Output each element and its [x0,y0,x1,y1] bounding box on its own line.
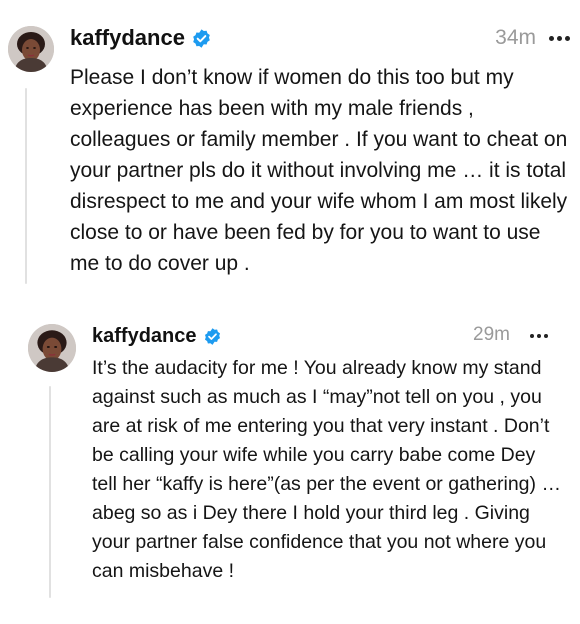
more-options-icon[interactable] [549,36,570,41]
avatar[interactable] [28,324,76,372]
more-dot [557,36,562,41]
avatar-image [28,324,76,372]
post-header: kaffydance [92,322,222,350]
verified-badge-icon [191,28,212,49]
more-dot [565,36,570,41]
username-link[interactable]: kaffydance [70,25,185,51]
verified-badge-icon [203,327,222,346]
more-dot [537,334,541,338]
username-link[interactable]: kaffydance [92,325,197,348]
thread-line [49,386,51,598]
timestamp: 34m [495,26,536,49]
avatar-image [8,26,54,72]
post-text: It’s the audacity for me ! You already k… [92,357,561,582]
more-dot [530,334,534,338]
thread-post: kaffydance 34m Please I don’t know if wo… [0,0,580,300]
more-dot [544,334,548,338]
more-options-icon[interactable] [530,334,548,338]
post-header: kaffydance [70,24,212,52]
thread-line [25,88,27,284]
post-text: Please I don’t know if women do this too… [70,66,568,275]
more-dot [549,36,554,41]
avatar[interactable] [8,26,54,72]
thread-post: kaffydance 29m It’s the audacity for me … [0,300,580,624]
timestamp: 29m [473,324,510,345]
